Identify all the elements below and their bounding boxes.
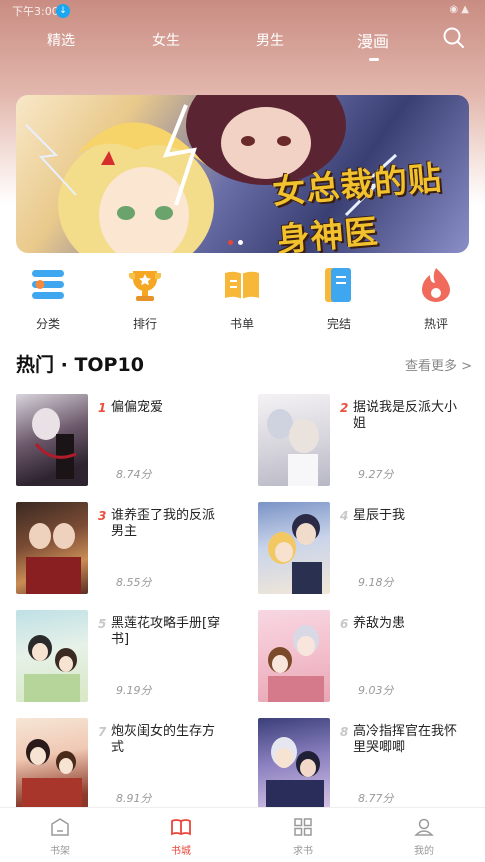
nav-bookshelf[interactable]: 书架 xyxy=(30,816,90,857)
nav-bookstore[interactable]: 书城 xyxy=(151,816,211,857)
book-rank: 5 xyxy=(98,617,107,631)
book-rank: 2 xyxy=(340,401,349,415)
category-label: 热评 xyxy=(423,317,448,331)
nav-label: 我的 xyxy=(414,846,434,857)
nav-label: 书城 xyxy=(171,846,191,857)
nav-label: 书架 xyxy=(50,846,70,857)
search-button[interactable] xyxy=(442,26,466,50)
banner-dot xyxy=(238,240,243,245)
banner-carousel[interactable]: 女总裁的贴身神医 xyxy=(16,95,469,253)
book-score: 9.19分 xyxy=(116,684,152,697)
category-hot-reviews[interactable]: 热评 xyxy=(406,265,466,332)
book-cover xyxy=(258,394,330,486)
list-icon xyxy=(28,265,68,305)
category-classify[interactable]: 分类 xyxy=(18,265,78,332)
book-rank: 3 xyxy=(98,509,107,523)
book-title: 据说我是反派大小姐 xyxy=(353,400,458,431)
book-title: 谁养歪了我的反派男主 xyxy=(111,508,216,539)
book-rank: 6 xyxy=(340,617,349,631)
book-item[interactable]: 6 养敌为患 9.03分 xyxy=(258,610,478,702)
category-completed[interactable]: 完结 xyxy=(309,265,369,332)
nav-request[interactable]: 求书 xyxy=(273,816,333,857)
book-item[interactable]: 1 偏偏宠爱 8.74分 xyxy=(16,394,236,486)
book-title: 黑莲花攻略手册[穿书] xyxy=(111,616,221,647)
book-title: 星辰于我 xyxy=(353,508,406,523)
trophy-icon xyxy=(125,265,165,305)
book-title: 养敌为患 xyxy=(353,616,406,631)
book-score: 8.91分 xyxy=(116,792,152,805)
book-rank: 7 xyxy=(98,725,107,739)
category-label: 书单 xyxy=(229,317,254,331)
book-score: 9.03分 xyxy=(358,684,394,697)
status-bar: 下午3:00 ↓ ◉ ▲ xyxy=(0,0,485,22)
tab-indicator xyxy=(369,58,379,61)
book-list-icon xyxy=(222,265,262,305)
book-score: 8.55分 xyxy=(116,576,152,589)
book-title: 炮灰闺女的生存方式 xyxy=(111,724,216,755)
nav-label: 求书 xyxy=(293,846,313,857)
bookmark-icon xyxy=(319,265,359,305)
book-score: 8.77分 xyxy=(358,792,394,805)
book-rank: 4 xyxy=(340,509,349,523)
section-title: 热门 · TOP10 xyxy=(16,354,144,376)
download-icon: ↓ xyxy=(56,4,70,18)
bookshelf-icon xyxy=(49,816,71,838)
book-cover xyxy=(258,502,330,594)
view-more-link[interactable]: 查看更多 > xyxy=(405,355,472,374)
book-score: 8.74分 xyxy=(116,468,152,481)
book-item[interactable]: 8 高冷指挥官在我怀里哭唧唧 8.77分 xyxy=(258,718,478,810)
channel-tabs: 精选 女生 男生 漫画 xyxy=(0,26,485,56)
status-icons: ◉ ▲ xyxy=(449,4,469,15)
book-cover xyxy=(258,718,330,810)
search-icon xyxy=(443,27,464,48)
tab-male[interactable]: 男生 xyxy=(256,30,284,50)
book-title: 高冷指挥官在我怀里哭唧唧 xyxy=(353,724,458,755)
bottom-navigation: 书架 书城 求书 我的 xyxy=(0,807,485,862)
book-rank: 1 xyxy=(98,401,107,415)
category-booklist[interactable]: 书单 xyxy=(212,265,272,332)
book-cover xyxy=(16,394,88,486)
status-time: 下午3:00 xyxy=(12,5,59,18)
banner-title: 女总裁的贴身神医 xyxy=(270,157,444,253)
category-ranking[interactable]: 排行 xyxy=(115,265,175,332)
book-rank: 8 xyxy=(340,725,349,739)
book-item[interactable]: 5 黑莲花攻略手册[穿书] 9.19分 xyxy=(16,610,236,702)
book-cover xyxy=(258,610,330,702)
tab-featured[interactable]: 精选 xyxy=(47,30,75,50)
book-item[interactable]: 3 谁养歪了我的反派男主 8.55分 xyxy=(16,502,236,594)
book-item[interactable]: 7 炮灰闺女的生存方式 8.91分 xyxy=(16,718,236,810)
book-cover xyxy=(16,502,88,594)
book-score: 9.18分 xyxy=(358,576,394,589)
flame-icon xyxy=(416,265,456,305)
category-label: 排行 xyxy=(132,317,157,331)
grid-icon xyxy=(292,816,314,838)
book-cover xyxy=(16,610,88,702)
book-score: 9.27分 xyxy=(358,468,394,481)
open-book-icon xyxy=(170,816,192,838)
user-icon xyxy=(413,816,435,838)
book-item[interactable]: 2 据说我是反派大小姐 9.27分 xyxy=(258,394,478,486)
book-title: 偏偏宠爱 xyxy=(111,400,164,415)
tab-female[interactable]: 女生 xyxy=(152,30,180,50)
book-cover xyxy=(16,718,88,810)
nav-profile[interactable]: 我的 xyxy=(394,816,454,857)
category-label: 完结 xyxy=(326,317,351,331)
book-item[interactable]: 4 星辰于我 9.18分 xyxy=(258,502,478,594)
banner-dot-active xyxy=(228,240,233,245)
category-label: 分类 xyxy=(35,317,60,331)
tab-comics[interactable]: 漫画 xyxy=(357,28,389,52)
